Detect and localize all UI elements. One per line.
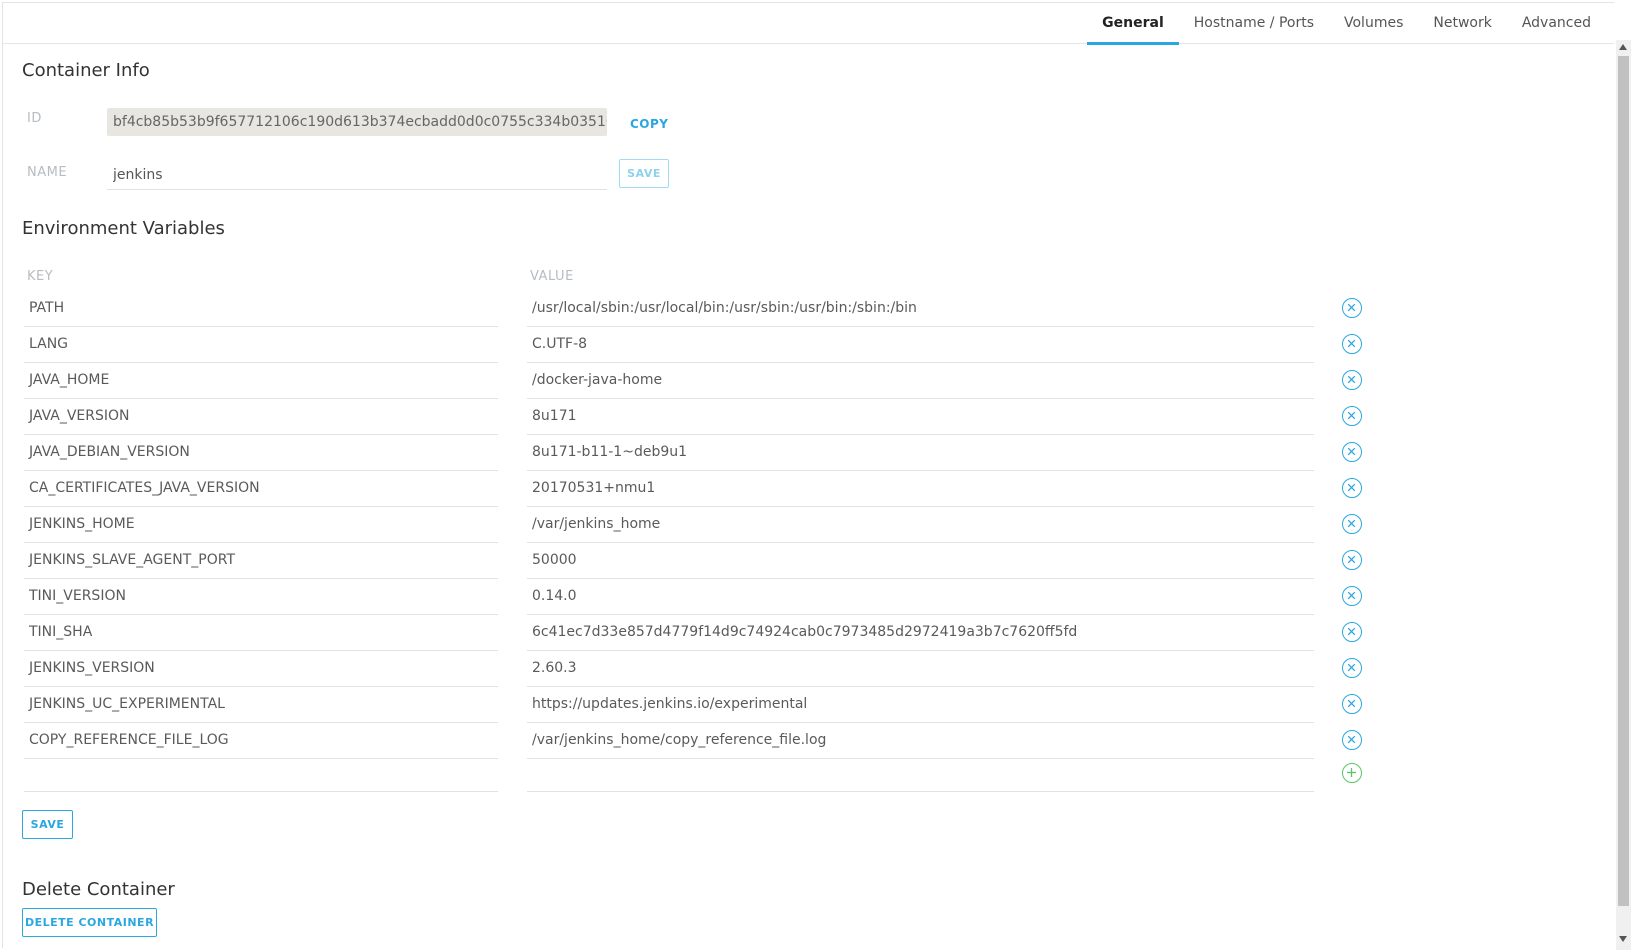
env-row: JAVA_VERSION 8u171 (3, 399, 1373, 435)
close-circle-icon (1347, 699, 1356, 708)
tab-bar: General Hostname / Ports Volumes Network… (3, 3, 1614, 45)
close-circle-icon (1347, 627, 1356, 636)
tabs: General Hostname / Ports Volumes Network… (1087, 3, 1606, 45)
plus-circle-icon (1347, 768, 1356, 777)
env-row: JAVA_HOME/docker-java-home (3, 363, 1373, 399)
close-circle-icon (1347, 735, 1356, 744)
copy-id-button[interactable]: COPY (630, 117, 669, 131)
scroll-down-arrow-icon[interactable] (1619, 936, 1627, 942)
env-value-input[interactable]: /var/jenkins_home (527, 507, 1314, 543)
env-value-input[interactable]: 8u171-b11-1~deb9u1 (527, 435, 1314, 471)
scrollbar-thumb[interactable] (1618, 56, 1629, 906)
id-label: ID (27, 111, 42, 126)
save-env-button[interactable]: SAVE (22, 810, 73, 839)
close-circle-icon (1347, 663, 1356, 672)
close-circle-icon (1347, 591, 1356, 600)
container-settings-panel: General Hostname / Ports Volumes Network… (2, 2, 1614, 948)
env-row: COPY_REFERENCE_FILE_LOG/var/jenkins_home… (3, 723, 1373, 759)
env-row: JENKINS_SLAVE_AGENT_PORT 50000 (3, 543, 1373, 579)
env-value-input[interactable]: https://updates.jenkins.io/experimental (527, 687, 1314, 723)
env-key-input[interactable]: JENKINS_HOME (24, 507, 498, 543)
delete-container-title: Delete Container (22, 879, 175, 900)
env-row: CA_CERTIFICATES_JAVA_VERSION 20170531+nmu… (3, 471, 1373, 507)
container-name-input[interactable] (107, 160, 607, 190)
env-key-input[interactable]: PATH (24, 291, 498, 327)
tab-general[interactable]: General (1087, 3, 1179, 45)
close-circle-icon (1347, 555, 1356, 564)
close-circle-icon (1347, 483, 1356, 492)
remove-env-button[interactable] (1342, 442, 1362, 462)
env-key-header: KEY (27, 269, 54, 284)
remove-env-button[interactable] (1342, 334, 1362, 354)
name-label: NAME (27, 165, 68, 180)
env-key-input[interactable]: JAVA_DEBIAN_VERSION (24, 435, 498, 471)
env-value-input[interactable]: 6c41ec7d33e857d4779f14d9c74924cab0c79734… (527, 615, 1314, 651)
close-circle-icon (1347, 339, 1356, 348)
env-value-input[interactable]: 0.14.0 (527, 579, 1314, 615)
remove-env-button[interactable] (1342, 622, 1362, 642)
remove-env-button[interactable] (1342, 514, 1362, 534)
env-row: LANG C.UTF-8 (3, 327, 1373, 363)
env-key-input[interactable]: LANG (24, 327, 498, 363)
remove-env-button[interactable] (1342, 478, 1362, 498)
env-key-input[interactable]: JENKINS_VERSION (24, 651, 498, 687)
close-circle-icon (1347, 375, 1356, 384)
remove-env-button[interactable] (1342, 694, 1362, 714)
tab-volumes[interactable]: Volumes (1329, 3, 1418, 44)
env-value-input[interactable]: 50000 (527, 543, 1314, 579)
env-new-key-input[interactable] (24, 756, 498, 792)
env-value-input[interactable]: 20170531+nmu1 (527, 471, 1314, 507)
env-value-input[interactable]: C.UTF-8 (527, 327, 1314, 363)
scroll-up-arrow-icon[interactable] (1619, 44, 1627, 50)
env-value-input[interactable]: 2.60.3 (527, 651, 1314, 687)
vertical-scrollbar[interactable] (1616, 40, 1631, 950)
env-value-input[interactable]: /var/jenkins_home/copy_reference_file.lo… (527, 723, 1314, 759)
remove-env-button[interactable] (1342, 298, 1362, 318)
container-info-title: Container Info (22, 60, 150, 81)
remove-env-button[interactable] (1342, 658, 1362, 678)
env-vars-title: Environment Variables (22, 218, 225, 239)
env-row: PATH/usr/local/sbin:/usr/local/bin:/usr/… (3, 291, 1373, 327)
env-row: JENKINS_HOME/var/jenkins_home (3, 507, 1373, 543)
env-key-input[interactable]: JENKINS_SLAVE_AGENT_PORT (24, 543, 498, 579)
close-circle-icon (1347, 519, 1356, 528)
env-key-input[interactable]: COPY_REFERENCE_FILE_LOG (24, 723, 498, 759)
env-value-header: VALUE (530, 269, 574, 284)
remove-env-button[interactable] (1342, 586, 1362, 606)
remove-env-button[interactable] (1342, 406, 1362, 426)
delete-container-button[interactable]: DELETE CONTAINER (22, 908, 157, 937)
env-key-input[interactable]: JENKINS_UC_EXPERIMENTAL (24, 687, 498, 723)
env-value-input[interactable]: /usr/local/sbin:/usr/local/bin:/usr/sbin… (527, 291, 1314, 327)
env-value-input[interactable]: /docker-java-home (527, 363, 1314, 399)
close-circle-icon (1347, 447, 1356, 456)
container-id-field[interactable]: bf4cb85b53b9f657712106c190d613b374ecbadd… (107, 108, 607, 136)
add-env-button[interactable] (1342, 763, 1362, 783)
env-row: TINI_VERSION 0.14.0 (3, 579, 1373, 615)
save-name-button[interactable]: SAVE (619, 159, 669, 188)
env-key-input[interactable]: JAVA_VERSION (24, 399, 498, 435)
env-row: TINI_SHA 6c41ec7d33e857d4779f14d9c74924ca… (3, 615, 1373, 651)
tab-hostname-ports[interactable]: Hostname / Ports (1179, 3, 1329, 44)
env-key-input[interactable]: TINI_VERSION (24, 579, 498, 615)
env-key-input[interactable]: JAVA_HOME (24, 363, 498, 399)
env-row: JENKINS_UC_EXPERIMENTAL https://updates.j… (3, 687, 1373, 723)
env-row: JENKINS_VERSION 2.60.3 (3, 651, 1373, 687)
env-key-input[interactable]: TINI_SHA (24, 615, 498, 651)
remove-env-button[interactable] (1342, 370, 1362, 390)
remove-env-button[interactable] (1342, 730, 1362, 750)
env-row: JAVA_DEBIAN_VERSION 8u171-b11-1~deb9u1 (3, 435, 1373, 471)
env-key-input[interactable]: CA_CERTIFICATES_JAVA_VERSION (24, 471, 498, 507)
env-new-value-input[interactable] (527, 756, 1314, 792)
close-circle-icon (1347, 303, 1356, 312)
close-circle-icon (1347, 411, 1356, 420)
tab-advanced[interactable]: Advanced (1507, 3, 1606, 44)
tab-network[interactable]: Network (1418, 3, 1506, 44)
remove-env-button[interactable] (1342, 550, 1362, 570)
env-value-input[interactable]: 8u171 (527, 399, 1314, 435)
env-new-row (3, 756, 1373, 792)
